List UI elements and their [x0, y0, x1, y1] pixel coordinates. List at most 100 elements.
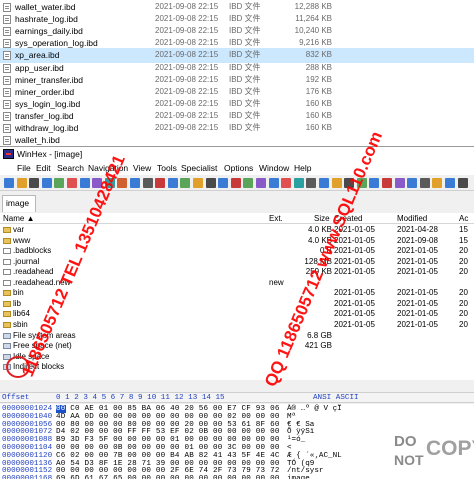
hex-byte-rest[interactable]: 6D 61 67 65 00 00 00 00 00 00 00 00 00 0… [66, 475, 280, 479]
toolbar-button-icon[interactable] [293, 178, 304, 188]
toolbar-button-icon[interactable] [306, 178, 317, 188]
column-name[interactable]: Name ▲ [3, 213, 34, 224]
entry-accessed: 15 [459, 225, 468, 234]
toolbar-button-icon[interactable] [407, 178, 418, 188]
entry-accessed: 20 [459, 246, 468, 256]
folder-icon [3, 300, 11, 307]
file-icon [3, 279, 11, 286]
file-icon [3, 99, 11, 109]
entry-modified: 2021-09-08 [397, 235, 438, 245]
entry-created: 2021-01-05 [334, 256, 375, 266]
directory-entry[interactable]: sbin 2021-01-05 2021-01-05 20 [0, 320, 474, 330]
menu-help[interactable]: Help [294, 161, 311, 175]
directory-entry[interactable]: lib 2021-01-05 2021-01-05 20 [0, 299, 474, 309]
menu-search[interactable]: Search [57, 161, 84, 175]
hex-bytes[interactable]: 69 6D 61 67 65 00 00 00 00 00 00 00 00 0… [56, 474, 280, 479]
hex-header: Offset 0 1 2 3 4 5 6 7 8 9 10 11 12 13 1… [0, 392, 474, 403]
hex-byte-first[interactable]: 69 [56, 475, 66, 479]
directory-entry[interactable]: Idle space [0, 352, 474, 362]
menu-edit[interactable]: Edit [36, 161, 51, 175]
entry-accessed: 20 [459, 256, 468, 266]
tab-bar: image [0, 192, 474, 212]
entry-created: 2021-01-05 [334, 309, 375, 319]
directory-entry[interactable]: Free space (net) 421 GB [0, 341, 474, 351]
column-ext[interactable]: Ext. [269, 213, 283, 224]
toolbar-button-icon[interactable] [394, 178, 405, 188]
entry-name: www [13, 235, 31, 245]
file-icon [3, 27, 11, 37]
entry-name: .badblocks [13, 246, 52, 256]
folder-icon [3, 227, 11, 233]
toolbar-button-icon[interactable] [432, 178, 443, 188]
entry-created: 2021-01-05 [334, 288, 375, 298]
entry-modified: 2021-04-28 [397, 225, 438, 234]
toolbar-button-icon[interactable] [256, 178, 266, 188]
file-icon [3, 39, 11, 49]
toolbar-button-icon[interactable] [155, 178, 166, 188]
file-icon [3, 124, 11, 133]
entry-name: .journal [13, 256, 40, 266]
toolbar-button-icon[interactable] [319, 178, 329, 188]
column-size[interactable]: Size [314, 213, 330, 224]
menu-options[interactable]: Options [224, 161, 253, 175]
winhex-app-icon [3, 149, 14, 159]
toolbar-button-icon[interactable] [180, 178, 191, 188]
toolbar-button-icon[interactable] [167, 178, 178, 188]
column-modified[interactable]: Modified [397, 213, 427, 224]
menu-view[interactable]: View [133, 161, 151, 175]
ansi-ascii-header: ANSI ASCII [313, 394, 359, 402]
entry-size: 421 GB [304, 341, 332, 351]
menu-file[interactable]: File [17, 161, 31, 175]
toolbar-button-icon[interactable] [419, 178, 430, 188]
toolbar-button-icon[interactable] [218, 178, 229, 188]
directory-entry[interactable]: lib64 2021-01-05 2021-01-05 20 [0, 309, 474, 319]
entry-modified: 2021-01-05 [397, 298, 438, 308]
toolbar-button-icon[interactable] [445, 178, 455, 188]
entry-name: var [13, 225, 25, 234]
menu-specialist[interactable]: Specialist [181, 161, 217, 175]
menu-tools[interactable]: Tools [157, 161, 177, 175]
file-icon [3, 258, 11, 265]
toolbar-button-icon[interactable] [54, 178, 65, 188]
toolbar-button-icon[interactable] [4, 178, 14, 188]
entry-name: sbin [13, 319, 28, 329]
toolbar-button-icon[interactable] [67, 178, 77, 188]
hex-offset-header: Offset [2, 394, 30, 402]
toolbar-button-icon[interactable] [205, 178, 216, 188]
file-row[interactable]: wallet_h.ibd [0, 133, 474, 146]
title-bar[interactable]: WinHex - [image] [0, 147, 474, 161]
toolbar-button-icon[interactable] [268, 178, 279, 188]
toolbar-button-icon[interactable] [142, 178, 153, 188]
file-icon [3, 136, 11, 146]
entry-accessed: 20 [459, 309, 468, 319]
file-icon [3, 15, 11, 25]
winhex-window: WinHex - [image] File Edit Search Navigatio… [0, 146, 474, 479]
entry-modified: 2021-01-05 [397, 319, 438, 329]
entry-modified: 2021-01-05 [397, 309, 438, 319]
entry-created: 2021-01-05 [334, 267, 375, 277]
toolbar [0, 175, 474, 191]
toolbar-button-icon[interactable] [41, 178, 52, 188]
directory-entry[interactable]: Indirect blocks [0, 362, 474, 372]
toolbar-button-icon[interactable] [369, 178, 380, 188]
toolbar-button-icon[interactable] [29, 178, 40, 188]
toolbar-button-icon[interactable] [130, 178, 140, 188]
file-icon [3, 75, 11, 85]
toolbar-button-icon[interactable] [16, 178, 27, 188]
toolbar-button-icon[interactable] [382, 178, 392, 188]
toolbar-button-icon[interactable] [193, 178, 203, 188]
toolbar-button-icon[interactable] [457, 178, 468, 188]
directory-entry[interactable]: File system areas 6.8 GB [0, 331, 474, 341]
entry-accessed: 15 [459, 235, 468, 245]
toolbar-button-icon[interactable] [331, 178, 342, 188]
directory-entry[interactable]: var 4.0 KB 2021-01-05 2021-04-28 15 [0, 225, 474, 235]
tab-image[interactable]: image [2, 195, 36, 212]
entry-modified: 2021-01-05 [397, 256, 438, 266]
column-accessed[interactable]: Ac [459, 213, 468, 224]
menu-window[interactable]: Window [259, 161, 289, 175]
toolbar-button-icon[interactable] [281, 178, 292, 188]
toolbar-button-icon[interactable] [79, 178, 90, 188]
file-icon [3, 269, 11, 276]
toolbar-button-icon[interactable] [230, 178, 241, 188]
toolbar-button-icon[interactable] [243, 178, 254, 188]
